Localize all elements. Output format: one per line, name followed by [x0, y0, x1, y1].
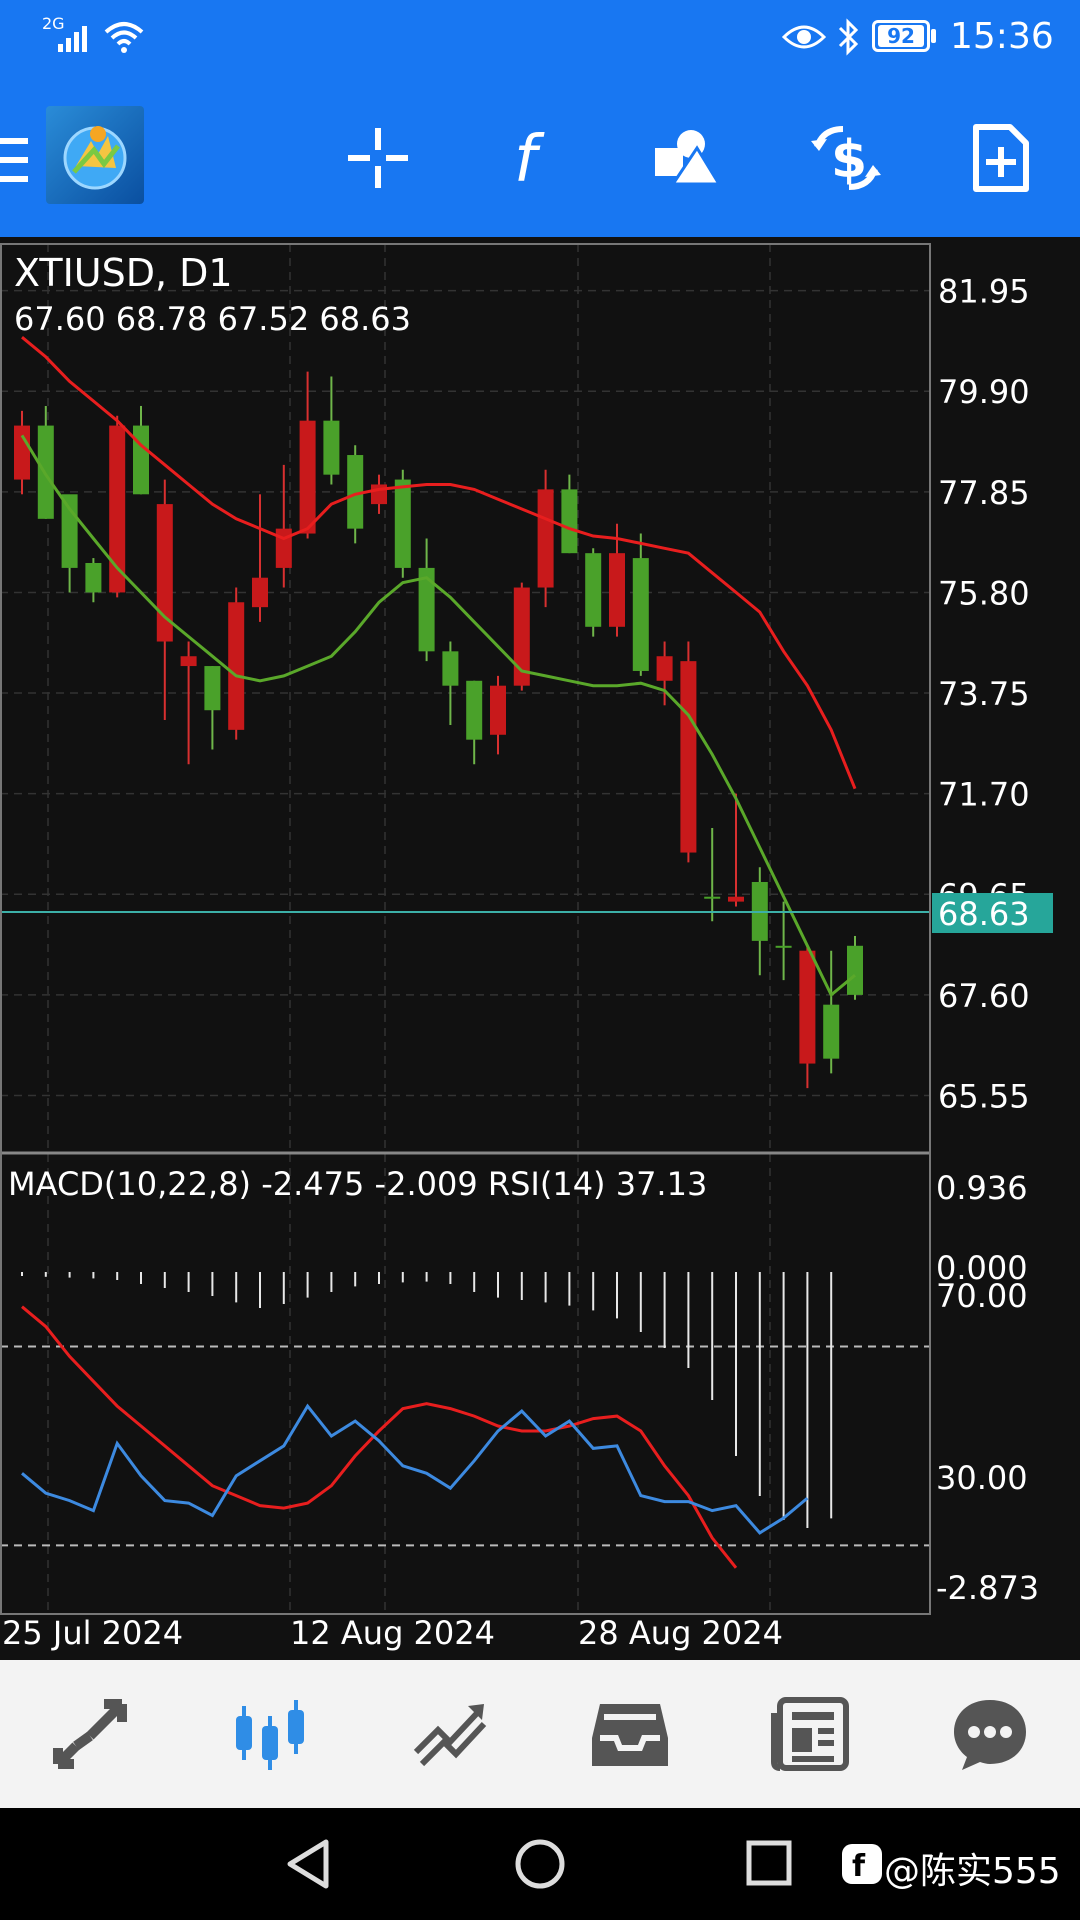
status-bar: 2G 92 15:36: [0, 0, 1080, 80]
price-tick-label: 67.60: [938, 977, 1030, 1015]
add-document-icon: [973, 124, 1029, 192]
candle-body: [14, 425, 30, 480]
battery-icon: 92: [872, 20, 930, 52]
ma-slow-line: [21, 336, 857, 790]
wifi-icon: [104, 22, 144, 53]
candle-body: [775, 945, 792, 948]
ma-fast-line: [20, 434, 856, 998]
battery-tip: [931, 29, 936, 43]
home-icon[interactable]: [514, 1838, 566, 1890]
crosshair-button[interactable]: [328, 108, 428, 208]
app-logo[interactable]: [46, 106, 144, 204]
indicator-label: MACD(10,22,8) -2.475 -2.009 RSI(14) 37.1…: [8, 1165, 707, 1203]
candle-body: [394, 479, 411, 568]
tab-chart[interactable]: [210, 1674, 330, 1794]
mt-logo-icon: [63, 126, 127, 190]
clock: 15:36: [950, 16, 1054, 57]
price-tick-label: 71.70: [938, 776, 1030, 814]
function-icon: f: [514, 123, 545, 193]
candle-body: [61, 494, 78, 568]
date-label: 28 Aug 2024: [578, 1614, 783, 1652]
indicators-button[interactable]: f: [482, 108, 582, 208]
chart-area[interactable]: 81.9579.9077.8575.8073.7571.7069.6567.60…: [0, 237, 1080, 1660]
candle-body: [704, 896, 721, 899]
candle-body: [823, 1004, 840, 1059]
indicator-tick-label: -2.873: [936, 1569, 1039, 1607]
candle-body: [847, 945, 863, 995]
tab-trade[interactable]: [390, 1674, 510, 1794]
battery-level: 92: [878, 25, 924, 47]
candle-body: [442, 651, 459, 686]
price-tick-label: 77.85: [938, 474, 1030, 512]
dollar-exchange-icon: $: [811, 126, 881, 190]
indicator-tick-label: 30.00: [936, 1459, 1028, 1497]
candle-body: [275, 528, 292, 568]
tab-quotes[interactable]: [30, 1674, 150, 1794]
hamburger-icon: [0, 138, 28, 182]
price-tick-label: 73.75: [938, 675, 1030, 713]
candle-body: [585, 553, 602, 627]
candle-body: [537, 489, 554, 588]
price-tick-label: 65.55: [938, 1077, 1030, 1115]
indicator-tick-label: 0.936: [936, 1169, 1028, 1207]
candle-body: [299, 420, 316, 534]
crosshair-icon: [348, 128, 408, 188]
candle-body: [228, 602, 245, 730]
tab-news[interactable]: [750, 1674, 870, 1794]
inbox-icon: [592, 1704, 668, 1766]
candle-body: [180, 656, 197, 667]
candle-body: [490, 685, 506, 735]
candle-body: [252, 577, 268, 608]
candle-body: [680, 661, 697, 853]
svg-text:f: f: [852, 1849, 866, 1884]
date-label: 25 Jul 2024: [2, 1614, 183, 1652]
recents-icon[interactable]: [746, 1840, 792, 1886]
menu-button[interactable]: [0, 130, 30, 190]
svg-text:$: $: [831, 130, 867, 190]
candle-body: [323, 420, 340, 475]
weibo-logo-icon: f: [842, 1844, 882, 1884]
price-chart[interactable]: 81.9579.9077.8575.8073.7571.7069.6567.60…: [0, 237, 1080, 1660]
candle-body: [204, 666, 221, 711]
new-order-button[interactable]: [951, 108, 1051, 208]
watermark: @陈实555: [884, 1851, 1061, 1892]
eye-icon: [782, 25, 826, 49]
quotes-arrows-icon: [53, 1699, 127, 1769]
date-label: 12 Aug 2024: [290, 1614, 495, 1652]
candle-body: [799, 950, 816, 1064]
news-icon: [771, 1697, 849, 1771]
candle-body: [609, 553, 625, 627]
current-price-label: 68.63: [938, 895, 1030, 933]
signal-icon: [58, 26, 87, 52]
candlestick-icon: [236, 1700, 304, 1770]
trend-icon: [413, 1704, 487, 1767]
svg-text:f: f: [514, 123, 545, 193]
price-tick-label: 79.90: [938, 373, 1030, 411]
system-nav-bar: f @陈实555: [0, 1808, 1080, 1920]
candle-body: [466, 680, 483, 740]
tab-history[interactable]: [570, 1674, 690, 1794]
candle-body: [561, 489, 578, 554]
back-icon[interactable]: [284, 1838, 332, 1890]
tab-messages[interactable]: [930, 1674, 1050, 1794]
chat-bubble-icon: [954, 1700, 1026, 1770]
candle-body: [85, 562, 102, 593]
candle-body: [632, 558, 649, 671]
trade-button[interactable]: $: [796, 108, 896, 208]
shapes-icon: [655, 130, 722, 186]
candle-body: [728, 896, 744, 902]
bluetooth-icon: [838, 18, 859, 56]
objects-button[interactable]: [638, 108, 738, 208]
symbol-title: XTIUSD, D1: [14, 251, 233, 295]
price-tick-label: 81.95: [938, 273, 1030, 311]
candle-body: [656, 656, 673, 681]
indicator-tick-label: 70.00: [936, 1277, 1028, 1315]
bottom-tab-bar: [0, 1660, 1080, 1808]
price-tick-label: 75.80: [938, 574, 1030, 612]
toolbar: f $: [0, 80, 1080, 237]
ohlc-values: 67.60 68.78 67.52 68.63: [14, 300, 411, 338]
candle-body: [133, 425, 149, 495]
